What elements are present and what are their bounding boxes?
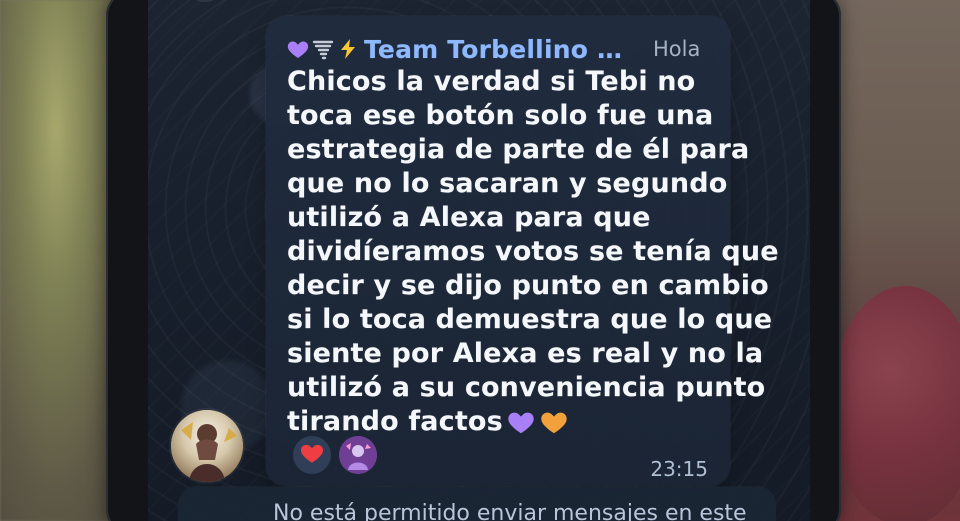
message-line: decir y se dijo punto en cambio xyxy=(287,270,769,301)
quoted-label: Hola xyxy=(653,37,701,61)
message-line: si lo toca demuestra que lo que xyxy=(287,304,773,335)
message-line: Chicos la verdad si Tebi no xyxy=(287,66,696,97)
lightning-icon xyxy=(336,37,360,61)
send-restriction-notice: No está permitido enviar mensajes en est… xyxy=(273,501,747,521)
purple-heart-icon xyxy=(286,37,310,61)
top-stub xyxy=(191,0,219,2)
message-line: siente por Alexa es real y no la xyxy=(287,338,764,369)
purple-heart-icon xyxy=(506,407,536,437)
red-heart-icon xyxy=(299,440,325,470)
chat-screen: Team Torbellino Morad... Hola Chicos la … xyxy=(148,0,810,521)
message-line: utilizó a su conveniencia punto xyxy=(287,372,766,403)
message-line: toca ese botón solo fue una xyxy=(287,100,714,131)
reaction-avatar[interactable] xyxy=(339,436,377,474)
reaction-row xyxy=(293,436,377,474)
avatar[interactable] xyxy=(171,410,243,482)
message-bubble[interactable]: Team Torbellino Morad... Hola Chicos la … xyxy=(266,16,779,486)
photo-scene: Team Torbellino Morad... Hola Chicos la … xyxy=(0,0,960,521)
message-line: dividíeramos votos se tenía que xyxy=(287,236,779,267)
message-line: tirando factos xyxy=(287,406,503,437)
message-line: que no lo sacaran y segundo xyxy=(287,168,728,199)
message-text: Chicos la verdad si Tebi no toca ese bot… xyxy=(287,65,779,439)
sender-name[interactable]: Team Torbellino Morad... xyxy=(364,35,639,64)
message-time: 23:15 xyxy=(650,457,708,481)
message-line: estrategia de parte de él para xyxy=(287,134,750,165)
reaction-chip[interactable] xyxy=(293,436,331,474)
message-header: Team Torbellino Morad... Hola xyxy=(286,32,706,66)
bottom-notice-bar: No está permitido enviar mensajes en est… xyxy=(178,487,776,521)
message-line-last: tirando factos xyxy=(287,405,707,439)
tornado-icon xyxy=(311,37,335,61)
orange-heart-icon xyxy=(539,407,569,437)
header-icons xyxy=(286,34,360,64)
message-line: utilizó a Alexa para que xyxy=(287,202,651,233)
